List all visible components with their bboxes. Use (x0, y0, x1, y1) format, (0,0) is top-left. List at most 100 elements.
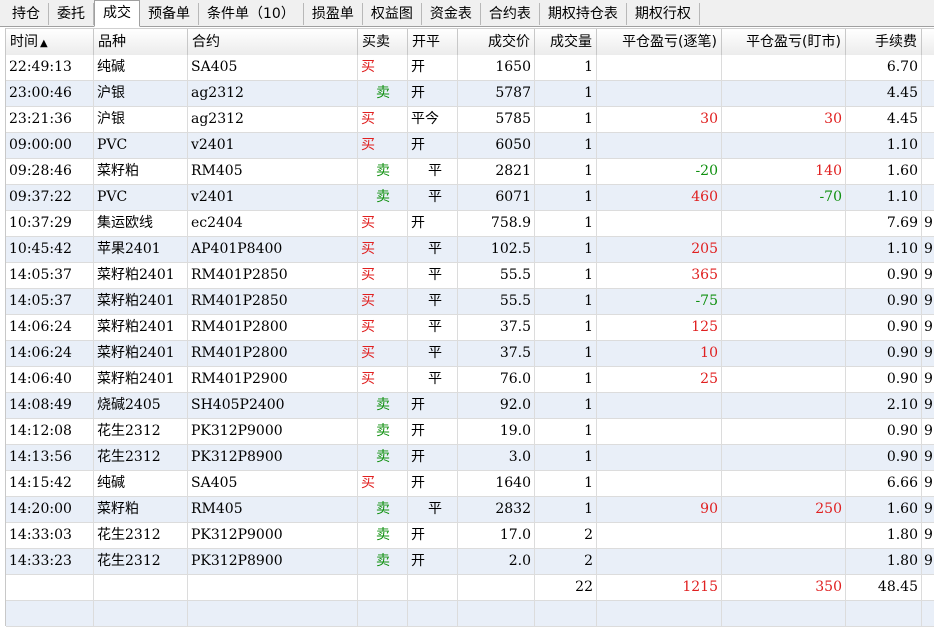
cell-volume: 1 (535, 393, 597, 419)
cell-price: 758.9 (458, 211, 535, 237)
col-product-header[interactable]: 品种 (94, 29, 188, 55)
empty-cell (922, 601, 934, 627)
cell-fee: 1.10 (846, 185, 922, 211)
cell-direction: 卖 (358, 419, 408, 445)
total-volume: 22 (535, 575, 597, 601)
table-row[interactable]: 14:20:00 菜籽粕 RM405 卖平 2832 1 90 250 1.60 9 (6, 497, 934, 523)
cell-direction: 买 (358, 341, 408, 367)
table-row[interactable]: 14:06:40 菜籽粕2401 RM401P2900 买平 76.0 1 25 0.90 9 (6, 367, 934, 393)
cell-volume: 2 (535, 523, 597, 549)
empty-row (6, 601, 934, 627)
tab-8[interactable]: 合约表 (481, 3, 540, 25)
tab-10[interactable]: 期权行权 (627, 3, 700, 25)
cell-volume: 1 (535, 237, 597, 263)
cell-pnl-trade (597, 393, 722, 419)
cell-direction: 买 (358, 133, 408, 159)
total-price (458, 575, 535, 601)
cell-product: 菜籽粕2401 (94, 367, 188, 393)
cell-pnl-mark (722, 315, 846, 341)
table-row[interactable]: 23:21:36 沪银 ag2312 买平今 5785 1 30 30 4.45 (6, 107, 934, 133)
table-row[interactable]: 14:33:03 花生2312 PK312P9000 卖开 17.0 2 1.80 9 (6, 523, 934, 549)
cell-pnl-trade: 205 (597, 237, 722, 263)
cell-extra (922, 159, 934, 185)
cell-extra: 9 (924, 553, 933, 569)
tab-4[interactable]: 条件单（10） (199, 3, 304, 25)
table-row[interactable]: 23:00:46 沪银 ag2312 卖开 5787 1 4.45 (6, 81, 934, 107)
table-row[interactable]: 14:06:24 菜籽粕2401 RM401P2800 买平 37.5 1 125 0.90 9 (6, 315, 934, 341)
empty-cell (846, 601, 922, 627)
cell-extra (922, 55, 934, 81)
tab-3[interactable]: 预备单 (140, 3, 199, 25)
table-row[interactable]: 09:00:00 PVC v2401 买开 6050 1 1.10 (6, 133, 934, 159)
cell-time: 14:33:23 (6, 549, 94, 575)
totals-row: 22 1215 350 48.45 (6, 575, 934, 601)
table-row[interactable]: 14:15:42 纯碱 SA405 买开 1640 1 6.66 9 (6, 471, 934, 497)
cell-open-close: 平 (408, 315, 458, 341)
table-row[interactable]: 14:06:24 菜籽粕2401 RM401P2800 买平 37.5 1 10 0.90 9 (6, 341, 934, 367)
cell-pnl-trade: 365 (597, 263, 722, 289)
cell-price: 2.0 (458, 549, 535, 575)
cell-fee: 1.60 (846, 159, 922, 185)
cell-extra: 9 (924, 527, 933, 543)
col-direction-header[interactable]: 买卖 (358, 29, 408, 55)
cell-direction: 卖 (358, 159, 408, 185)
table-row[interactable]: 09:37:22 PVC v2401 卖平 6071 1 460 -70 1.10 (6, 185, 934, 211)
cell-volume: 1 (535, 471, 597, 497)
cell-volume: 1 (535, 263, 597, 289)
col-time-header[interactable]: 时间 ▲ (6, 29, 94, 55)
cell-pnl-trade (597, 55, 722, 81)
cell-extra: 9 (924, 215, 933, 231)
col-price-header[interactable]: 成交价 (458, 29, 535, 55)
col-fee-header[interactable]: 手续费 (846, 29, 922, 55)
cell-direction: 卖 (358, 549, 408, 575)
total-pnl-mark: 350 (722, 575, 846, 601)
col-pnl-mark-header[interactable]: 平仓盈亏(盯市) (722, 29, 846, 55)
cell-open-close: 平 (408, 289, 458, 315)
tab-6[interactable]: 权益图 (363, 3, 422, 25)
table-row[interactable]: 14:05:37 菜籽粕2401 RM401P2850 买平 55.5 1 365 0.90 9 (6, 263, 934, 289)
cell-contract: SA405 (188, 55, 358, 81)
cell-price: 1640 (458, 471, 535, 497)
cell-price: 55.5 (458, 289, 535, 315)
cell-time: 10:37:29 (6, 211, 94, 237)
cell-product: 菜籽粕2401 (94, 289, 188, 315)
table-row[interactable]: 10:45:42 苹果2401 AP401P8400 买平 102.5 1 205 1.10 9 (6, 237, 934, 263)
tab-0[interactable]: 持仓 (4, 3, 49, 25)
tab-9[interactable]: 期权持仓表 (540, 3, 627, 25)
tab-2[interactable]: 成交 (94, 0, 140, 27)
cell-extra: 9 (924, 449, 933, 465)
table-row[interactable]: 22:49:13 纯碱 SA405 买开 1650 1 6.70 (6, 55, 934, 81)
tab-5[interactable]: 损盈单 (304, 3, 363, 25)
col-contract-header[interactable]: 合约 (188, 29, 358, 55)
table-row[interactable]: 14:12:08 花生2312 PK312P9000 卖开 19.0 1 0.90 9 (6, 419, 934, 445)
cell-pnl-mark (722, 81, 846, 107)
cell-price: 102.5 (458, 237, 535, 263)
empty-cell (408, 601, 458, 627)
table-row[interactable]: 14:33:23 花生2312 PK312P8900 卖开 2.0 2 1.80 9 (6, 549, 934, 575)
empty-cell (358, 601, 408, 627)
cell-price: 3.0 (458, 445, 535, 471)
col-volume-header[interactable]: 成交量 (535, 29, 597, 55)
table-row[interactable]: 14:13:56 花生2312 PK312P8900 卖开 3.0 1 0.90 9 (6, 445, 934, 471)
cell-open-close: 开 (408, 81, 458, 107)
cell-pnl-mark (722, 445, 846, 471)
cell-contract: SA405 (188, 471, 358, 497)
cell-time: 09:37:22 (6, 185, 94, 211)
tab-bar: 持仓 委托 成交 预备单 条件单（10） 损盈单 权益图 资金表 合约表 期权持仓表 期权行权 (0, 0, 934, 27)
col-open-close-header[interactable]: 开平 (408, 29, 458, 55)
cell-pnl-trade: 460 (597, 185, 722, 211)
cell-price: 1650 (458, 55, 535, 81)
cell-direction: 买 (358, 471, 408, 497)
cell-direction: 卖 (358, 497, 408, 523)
col-pnl-trade-header[interactable]: 平仓盈亏(逐笔) (597, 29, 722, 55)
cell-time: 14:20:00 (6, 497, 94, 523)
table-row[interactable]: 09:28:46 菜籽粕 RM405 卖平 2821 1 -20 140 1.60 (6, 159, 934, 185)
table-row[interactable]: 14:08:49 烧碱2405 SH405P2400 卖开 92.0 1 2.10 9 (6, 393, 934, 419)
table-row[interactable]: 10:37:29 集运欧线 ec2404 买开 758.9 1 7.69 9 (6, 211, 934, 237)
tab-1[interactable]: 委托 (49, 3, 94, 25)
tab-7[interactable]: 资金表 (422, 3, 481, 25)
cell-fee: 0.90 (846, 289, 922, 315)
table-row[interactable]: 14:05:37 菜籽粕2401 RM401P2850 买平 55.5 1 -75 0.90 9 (6, 289, 934, 315)
cell-direction: 买 (358, 237, 408, 263)
cell-fee: 0.90 (846, 315, 922, 341)
